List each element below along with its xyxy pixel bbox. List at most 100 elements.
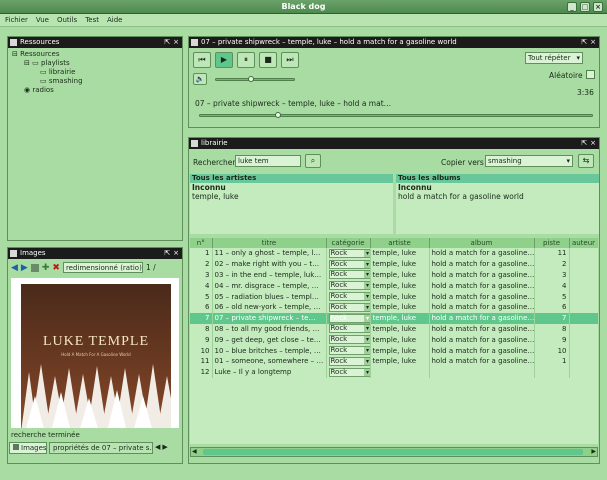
progress-knob[interactable] <box>274 112 281 118</box>
table-row[interactable]: 8 08 – to all my good friends, … Rock ▾ temp… <box>190 323 598 335</box>
tree-root[interactable]: ⊟ Ressources <box>12 50 178 59</box>
resize-mode-select[interactable]: redimensionné (ratio) <box>62 262 143 273</box>
category-select[interactable]: Rock ▾ <box>328 259 369 269</box>
tab-scroll-right-icon[interactable]: ▶ <box>162 442 167 454</box>
table-row[interactable]: 10 10 – blue britches – temple, … Rock ▾ tem… <box>190 345 598 356</box>
track-table-body: 1 11 – only a ghost – temple, l… Rock ▾ temp… <box>190 248 598 378</box>
volume-knob[interactable] <box>248 76 254 82</box>
category-select[interactable]: Rock ▾ <box>328 292 369 302</box>
copy-button[interactable]: ⇆ <box>578 154 594 168</box>
repeat-select[interactable]: Tout répéter ▾ <box>525 52 583 64</box>
column-header[interactable]: piste <box>534 238 570 248</box>
table-row[interactable]: 5 05 – radiation blues – templ… Rock ▾ templ… <box>190 291 598 302</box>
menu-aide[interactable]: Aide <box>107 14 122 26</box>
tab-scroll-left-icon[interactable]: ◀ <box>155 442 160 454</box>
close-panel-icon[interactable]: × <box>173 37 179 48</box>
table-row[interactable]: 12 Luke – Il y a longtemp Rock ▾ <box>190 366 598 378</box>
category-select[interactable]: Rock ▾ <box>328 248 369 258</box>
volume-slider[interactable] <box>215 78 295 81</box>
category-select[interactable]: Rock ▾ <box>328 302 369 312</box>
minimize-icon[interactable]: _ <box>567 2 577 12</box>
close-panel-icon[interactable]: × <box>173 248 179 259</box>
category-value: Rock <box>330 259 348 268</box>
tree-radios[interactable]: ◉ radios <box>12 86 178 95</box>
pause-button[interactable]: ⏸ <box>237 52 255 68</box>
menu-vue[interactable]: Vue <box>36 14 49 26</box>
cell-n: 12 <box>190 366 213 378</box>
close-panel-icon[interactable]: × <box>590 138 596 149</box>
horizontal-scrollbar[interactable]: ◀ ▶ <box>190 447 598 457</box>
save-image-icon[interactable] <box>30 263 39 272</box>
close-panel-icon[interactable]: × <box>590 37 596 48</box>
cover-subtitle: Hold A Match For A Gasoline World <box>61 352 131 357</box>
table-row[interactable]: 7 07 – private shipwreck – te… Rock ▾ temple… <box>190 312 598 324</box>
table-row[interactable]: 9 09 – get deep, get close – te… Rock ▾ temp… <box>190 334 598 346</box>
cell-n: 2 <box>190 258 213 270</box>
prev-arrow-icon[interactable]: ◀ <box>11 263 18 273</box>
tree-item-librairie[interactable]: ▭ librairie <box>12 68 178 77</box>
column-header[interactable]: artiste <box>370 238 430 248</box>
float-icon[interactable]: ⇱ <box>164 37 170 48</box>
close-icon[interactable]: × <box>593 2 603 12</box>
artist-item[interactable]: temple, luke <box>190 192 393 201</box>
float-icon[interactable]: ⇱ <box>581 37 587 48</box>
search-button[interactable]: ⌕ <box>305 154 321 168</box>
category-select[interactable]: Rock ▾ <box>328 367 369 377</box>
table-row[interactable]: 1 11 – only a ghost – temple, l… Rock ▾ temp… <box>190 248 598 259</box>
category-select[interactable]: Rock ▾ <box>328 356 369 366</box>
chevron-down-icon: ▾ <box>363 249 369 257</box>
tab-images[interactable]: Images <box>9 442 47 454</box>
next-arrow-icon[interactable]: ▶ <box>21 263 28 273</box>
add-image-icon[interactable]: ✚ <box>42 263 50 273</box>
column-header[interactable]: n° <box>190 238 213 248</box>
next-button[interactable]: ⏭ <box>281 52 299 68</box>
table-row[interactable]: 11 01 – someone, somewhere – … Rock ▾ temple… <box>190 355 598 367</box>
scroll-right-icon[interactable]: ▶ <box>591 448 596 455</box>
column-header[interactable]: catégorie <box>326 238 371 248</box>
category-select[interactable]: Rock ▾ <box>328 324 369 334</box>
delete-image-icon[interactable]: ✖ <box>52 263 60 273</box>
search-input[interactable]: luke tem <box>235 155 301 167</box>
maximize-icon[interactable]: □ <box>580 2 590 12</box>
category-value: Rock <box>330 292 348 301</box>
float-icon[interactable]: ⇱ <box>164 248 170 259</box>
album-item[interactable]: hold a match for a gasoline world <box>396 192 599 201</box>
stop-button[interactable]: ■ <box>259 52 277 68</box>
artist-item[interactable]: Inconnu <box>190 183 393 192</box>
category-select[interactable]: Rock ▾ <box>328 313 369 323</box>
album-item[interactable]: Inconnu <box>396 183 599 192</box>
tree-playlists[interactable]: ⊟ ▭ playlists <box>12 59 178 68</box>
play-button[interactable]: ▶ <box>215 52 233 68</box>
menu-test[interactable]: Test <box>85 14 99 26</box>
category-select[interactable]: Rock ▾ <box>328 346 369 356</box>
albums-header[interactable]: Tous les albums <box>396 174 599 183</box>
scroll-left-icon[interactable]: ◀ <box>192 448 197 455</box>
volume-button[interactable]: 🔈 <box>193 73 207 85</box>
table-row[interactable]: 3 03 – in the end – temple, luk… Rock ▾ temp… <box>190 269 598 281</box>
menu-fichier[interactable]: Fichier <box>5 14 28 26</box>
cell-album: hold a match for a gasoline… <box>429 291 535 302</box>
tab-properties-label: propriétés de 07 – private s… <box>53 444 153 452</box>
category-select[interactable]: Rock ▾ <box>328 281 369 291</box>
previous-button[interactable]: ⏮ <box>193 52 211 68</box>
tree-item-smashing[interactable]: ▭ smashing <box>12 77 178 86</box>
table-row[interactable]: 4 04 – mr. disgrace – temple, … Rock ▾ templ… <box>190 280 598 292</box>
column-header[interactable]: album <box>429 238 535 248</box>
artists-header[interactable]: Tous les artistes <box>190 174 393 183</box>
scroll-thumb[interactable] <box>203 449 583 455</box>
table-row[interactable]: 6 06 – old new-york – temple, … Rock ▾ templ… <box>190 301 598 313</box>
progress-slider[interactable] <box>199 114 593 117</box>
category-select[interactable]: Rock ▾ <box>328 335 369 345</box>
resources-tree: ⊟ Ressources ⊟ ▭ playlists ▭ librairie ▭… <box>8 48 182 97</box>
menu-outils[interactable]: Outils <box>57 14 77 26</box>
chevron-down-icon: ▾ <box>363 368 369 376</box>
category-select[interactable]: Rock ▾ <box>328 270 369 280</box>
float-icon[interactable]: ⇱ <box>581 138 587 149</box>
copy-to-select[interactable]: smashing ▾ <box>485 155 573 167</box>
column-header[interactable]: titre <box>212 238 327 248</box>
column-header[interactable]: auteur <box>569 238 598 248</box>
table-row[interactable]: 2 02 – make right with you – t… Rock ▾ templ… <box>190 258 598 270</box>
category-value: Rock <box>330 302 348 311</box>
tab-properties[interactable]: propriétés de 07 – private s… <box>49 442 153 454</box>
shuffle-checkbox[interactable] <box>586 70 595 79</box>
